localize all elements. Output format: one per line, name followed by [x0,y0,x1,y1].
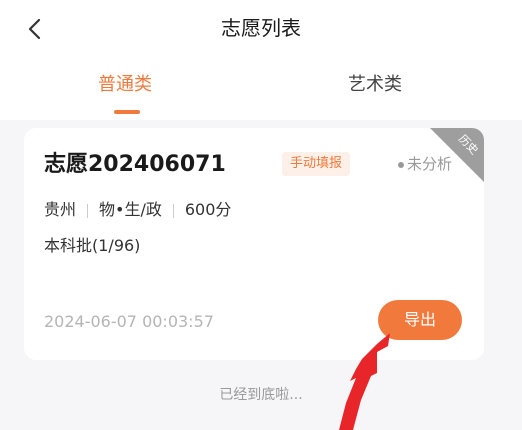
export-button[interactable]: 导出 [378,300,462,340]
tab-normal[interactable]: 普通类 [98,70,152,100]
created-timestamp: 2024-06-07 00:03:57 [44,312,214,331]
manual-fill-tag: 手动填报 [282,152,351,176]
analysis-status-label: 未分析 [407,155,453,173]
page-title: 志愿列表 [221,16,301,40]
divider [87,203,89,218]
application-card[interactable]: 历史 志愿202406071 手动填报 未分析 贵州 物•生/政 600分 本科批(… [24,128,484,360]
app-screen: 志愿列表 普通类 艺术类 历史 志愿202406071 手动填报 未分析 贵州物… [0,0,522,430]
header-area: 志愿列表 普通类 艺术类 [0,0,522,120]
subjects-label: 物•生/政 [99,200,162,219]
analysis-status: 未分析 [398,152,452,176]
batch-label: 本科批(1/96) [44,236,141,255]
active-tab-indicator [114,110,140,114]
application-title: 志愿202406071 [44,152,226,177]
score-label: 600分 [184,200,232,219]
end-of-list-text: 已经到底啦... [219,387,303,403]
tab-art[interactable]: 艺术类 [348,70,402,100]
divider [172,203,174,218]
info-row: 贵州 物•生/政 600分 [44,198,231,222]
status-dot-icon [398,161,404,168]
province-label: 贵州 [44,200,77,219]
